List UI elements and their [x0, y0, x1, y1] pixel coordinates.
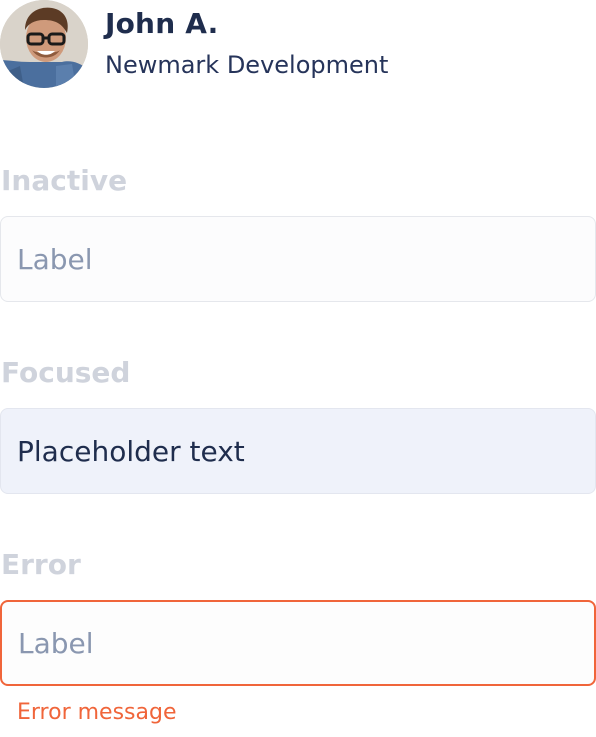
focused-field[interactable]	[0, 408, 596, 494]
inactive-input[interactable]	[1, 217, 595, 301]
person-photo-icon	[0, 0, 88, 88]
user-name: John A.	[105, 7, 219, 40]
error-input[interactable]	[2, 602, 594, 684]
avatar[interactable]	[0, 0, 88, 88]
focused-section-title: Focused	[1, 356, 131, 389]
error-field[interactable]	[0, 600, 596, 686]
user-company: Newmark Development	[105, 51, 389, 79]
inactive-section-title: Inactive	[1, 164, 128, 197]
user-profile: John A. Newmark Development	[0, 0, 596, 90]
error-section-title: Error	[1, 548, 81, 581]
focused-input[interactable]	[1, 409, 595, 493]
inactive-field[interactable]	[0, 216, 596, 302]
error-message: Error message	[17, 700, 177, 725]
